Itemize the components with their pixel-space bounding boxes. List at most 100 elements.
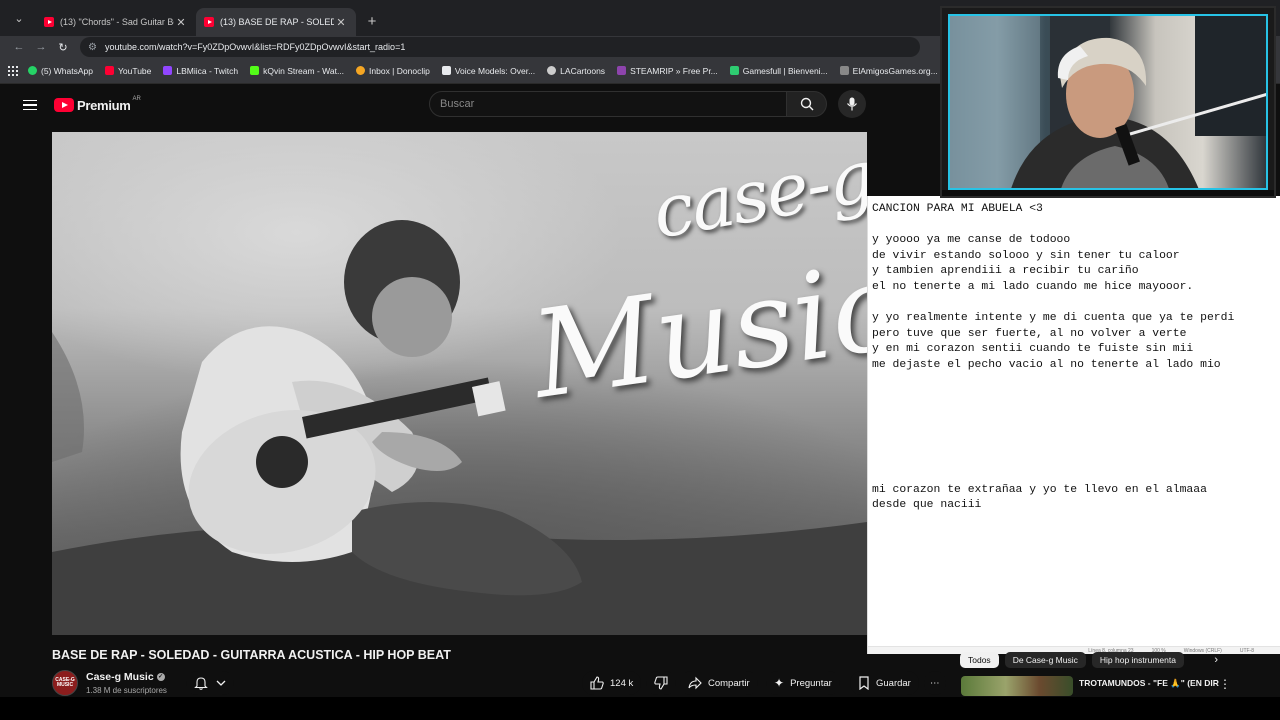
bookmark-label: kQvin Stream - Wat... — [263, 65, 345, 76]
video-title: BASE DE RAP - SOLEDAD - GUITARRA ACUSTIC… — [52, 648, 451, 662]
reload-icon[interactable]: ↻ — [52, 41, 74, 54]
bookmark-whatsapp[interactable]: (5) WhatsApp — [28, 66, 93, 76]
youtube-favicon-icon — [44, 17, 54, 27]
bookmark-gamesfull[interactable]: Gamesfull | Bienveni... — [729, 65, 828, 76]
share-button[interactable]: Compartir — [680, 671, 758, 695]
site-info-icon[interactable]: ⚙ — [88, 42, 97, 53]
chip-channel[interactable]: De Case-g Music — [1004, 652, 1086, 668]
channel-name-text: Case-g Music — [86, 671, 154, 683]
thumbs-up-icon — [590, 676, 604, 690]
verified-check-icon: ✓ — [156, 673, 165, 682]
recommended-thumbnail[interactable] — [961, 676, 1073, 696]
like-count: 124 k — [610, 677, 634, 689]
address-bar[interactable]: ⚙ youtube.com/watch?v=Fy0ZDpOvwvI&list=R… — [80, 37, 920, 57]
bookmark-twitch[interactable]: LBMiica - Twitch — [163, 66, 238, 76]
donoclip-icon — [356, 66, 366, 75]
save-playlist-icon — [859, 676, 869, 690]
chip-hip-hop[interactable]: Hip hop instrumenta — [1091, 652, 1184, 668]
bookmark-label: Inbox | Donoclip — [369, 65, 430, 76]
bookmark-label: LBMiica - Twitch — [176, 65, 239, 76]
youtube-favicon-icon — [204, 17, 214, 27]
elamigos-icon — [839, 66, 849, 75]
bookmark-label: Voice Models: Over... — [454, 65, 536, 76]
country-code: AR — [132, 95, 141, 102]
ask-button[interactable]: ✦ Preguntar — [766, 671, 840, 695]
search-button[interactable] — [787, 91, 827, 117]
subscribed-button[interactable] — [186, 671, 234, 695]
dislike-button[interactable] — [646, 671, 676, 695]
youtube-play-icon — [54, 98, 74, 112]
search-icon — [800, 97, 813, 111]
bookmark-donoclip[interactable]: Inbox | Donoclip — [356, 66, 430, 76]
close-tab-icon[interactable]: ✕ — [334, 16, 348, 29]
close-tab-icon[interactable]: ✕ — [174, 16, 188, 29]
sparkle-icon: ✦ — [774, 676, 785, 690]
url-text: youtube.com/watch?v=Fy0ZDpOvwvI&list=RDF… — [104, 42, 406, 52]
tab-title: (13) BASE DE RAP - SOLEDAD - G — [220, 17, 334, 27]
streamer-image — [950, 16, 1266, 188]
twitch-icon — [163, 66, 173, 75]
youtube-icon — [104, 66, 114, 75]
voice-models-icon — [441, 66, 451, 75]
browser-tab-base-de-rap[interactable]: (13) BASE DE RAP - SOLEDAD - G ✕ — [196, 8, 356, 36]
menu-icon[interactable] — [23, 99, 37, 111]
chevron-right-icon[interactable]: › — [1214, 654, 1218, 666]
tab-search-icon[interactable]: ⌄ — [6, 5, 32, 31]
bookmark-voice-models[interactable]: Voice Models: Over... — [441, 65, 536, 76]
notepad-text[interactable]: CANCION PARA MI ABUELA <3 y yoooo ya me … — [872, 202, 1234, 514]
bookmark-steamrip[interactable]: STEAMRIP » Free Pr... — [617, 66, 718, 76]
tab-title: (13) "Chords" - Sad Guitar Boom — [60, 17, 174, 27]
bookmark-label: LACartoons — [560, 65, 606, 76]
notepad-window[interactable]: CANCION PARA MI ABUELA <3 y yoooo ya me … — [867, 196, 1280, 654]
bookmark-label: Gamesfull | Bienveni... — [742, 65, 828, 76]
globe-icon — [547, 66, 557, 75]
thumbs-down-icon — [654, 676, 668, 690]
video-player[interactable]: case-g Music — [52, 132, 867, 635]
recommended-title: TROTAMUNDOS - "FE 🙏" (EN DIRECTO) — [1079, 678, 1219, 688]
browser-tab-chords[interactable]: (13) "Chords" - Sad Guitar Boom ✕ — [36, 8, 196, 36]
ask-label: Preguntar — [790, 677, 832, 689]
more-vert-icon[interactable]: ⋮ — [1219, 677, 1231, 691]
channel-actions-row: CASE-G MUSIC Case-g Music ✓ 1.38 M de sus… — [52, 670, 952, 696]
bottom-bar — [0, 697, 1280, 720]
save-button[interactable]: Guardar — [850, 671, 919, 695]
share-label: Compartir — [708, 677, 750, 689]
bookmark-label: STEAMRIP » Free Pr... — [630, 65, 718, 76]
more-actions-button[interactable]: ⋯ — [924, 671, 946, 695]
gamesfull-icon — [729, 66, 739, 75]
bookmark-label: ElAmigosGames.org... — [852, 65, 938, 76]
bookmark-kick[interactable]: kQvin Stream - Wat... — [250, 66, 344, 76]
webcam-feed — [948, 14, 1268, 190]
bell-icon — [194, 677, 208, 690]
bookmark-label: (5) WhatsApp — [41, 65, 93, 76]
chevron-down-icon — [216, 680, 226, 686]
channel-avatar[interactable]: CASE-G MUSIC — [52, 670, 78, 696]
like-button[interactable]: 124 k — [582, 671, 642, 695]
channel-name[interactable]: Case-g Music ✓ — [86, 671, 165, 683]
youtube-premium-logo[interactable]: Premium AR — [54, 95, 141, 113]
save-label: Guardar — [876, 677, 911, 689]
share-icon — [688, 676, 702, 690]
bookmark-lacartoons[interactable]: LACartoons — [547, 66, 605, 76]
new-tab-button[interactable]: + — [360, 9, 384, 33]
apps-grid-icon[interactable] — [8, 65, 18, 76]
forward-arrow-icon[interactable]: → — [30, 41, 52, 53]
bookmark-youtube[interactable]: YouTube — [104, 65, 152, 76]
related-filter-chips: Todos De Case-g Music Hip hop instrument… — [960, 651, 1280, 669]
search-input[interactable]: Buscar — [429, 91, 787, 117]
bookmark-elamigos[interactable]: ElAmigosGames.org... — [839, 65, 938, 76]
kick-icon — [250, 66, 260, 75]
recommended-video[interactable]: TROTAMUNDOS - "FE 🙏" (EN DIRECTO) ⋮ — [961, 676, 1280, 696]
webcam-overlay — [940, 6, 1276, 198]
chip-todos[interactable]: Todos — [960, 652, 999, 668]
webcam-frame-bar — [942, 190, 1274, 196]
microphone-icon — [847, 97, 857, 111]
logo-text: Premium — [77, 97, 131, 113]
voice-search-button[interactable] — [838, 90, 866, 118]
whatsapp-icon — [28, 66, 37, 75]
bookmark-label: YouTube — [117, 65, 152, 76]
screen: { "browser": { "tabs": [ {"title": "(13)… — [0, 0, 1280, 720]
steamrip-icon — [617, 66, 627, 75]
subscriber-count: 1.38 M de suscriptores — [86, 686, 167, 695]
back-arrow-icon[interactable]: ← — [8, 41, 30, 53]
